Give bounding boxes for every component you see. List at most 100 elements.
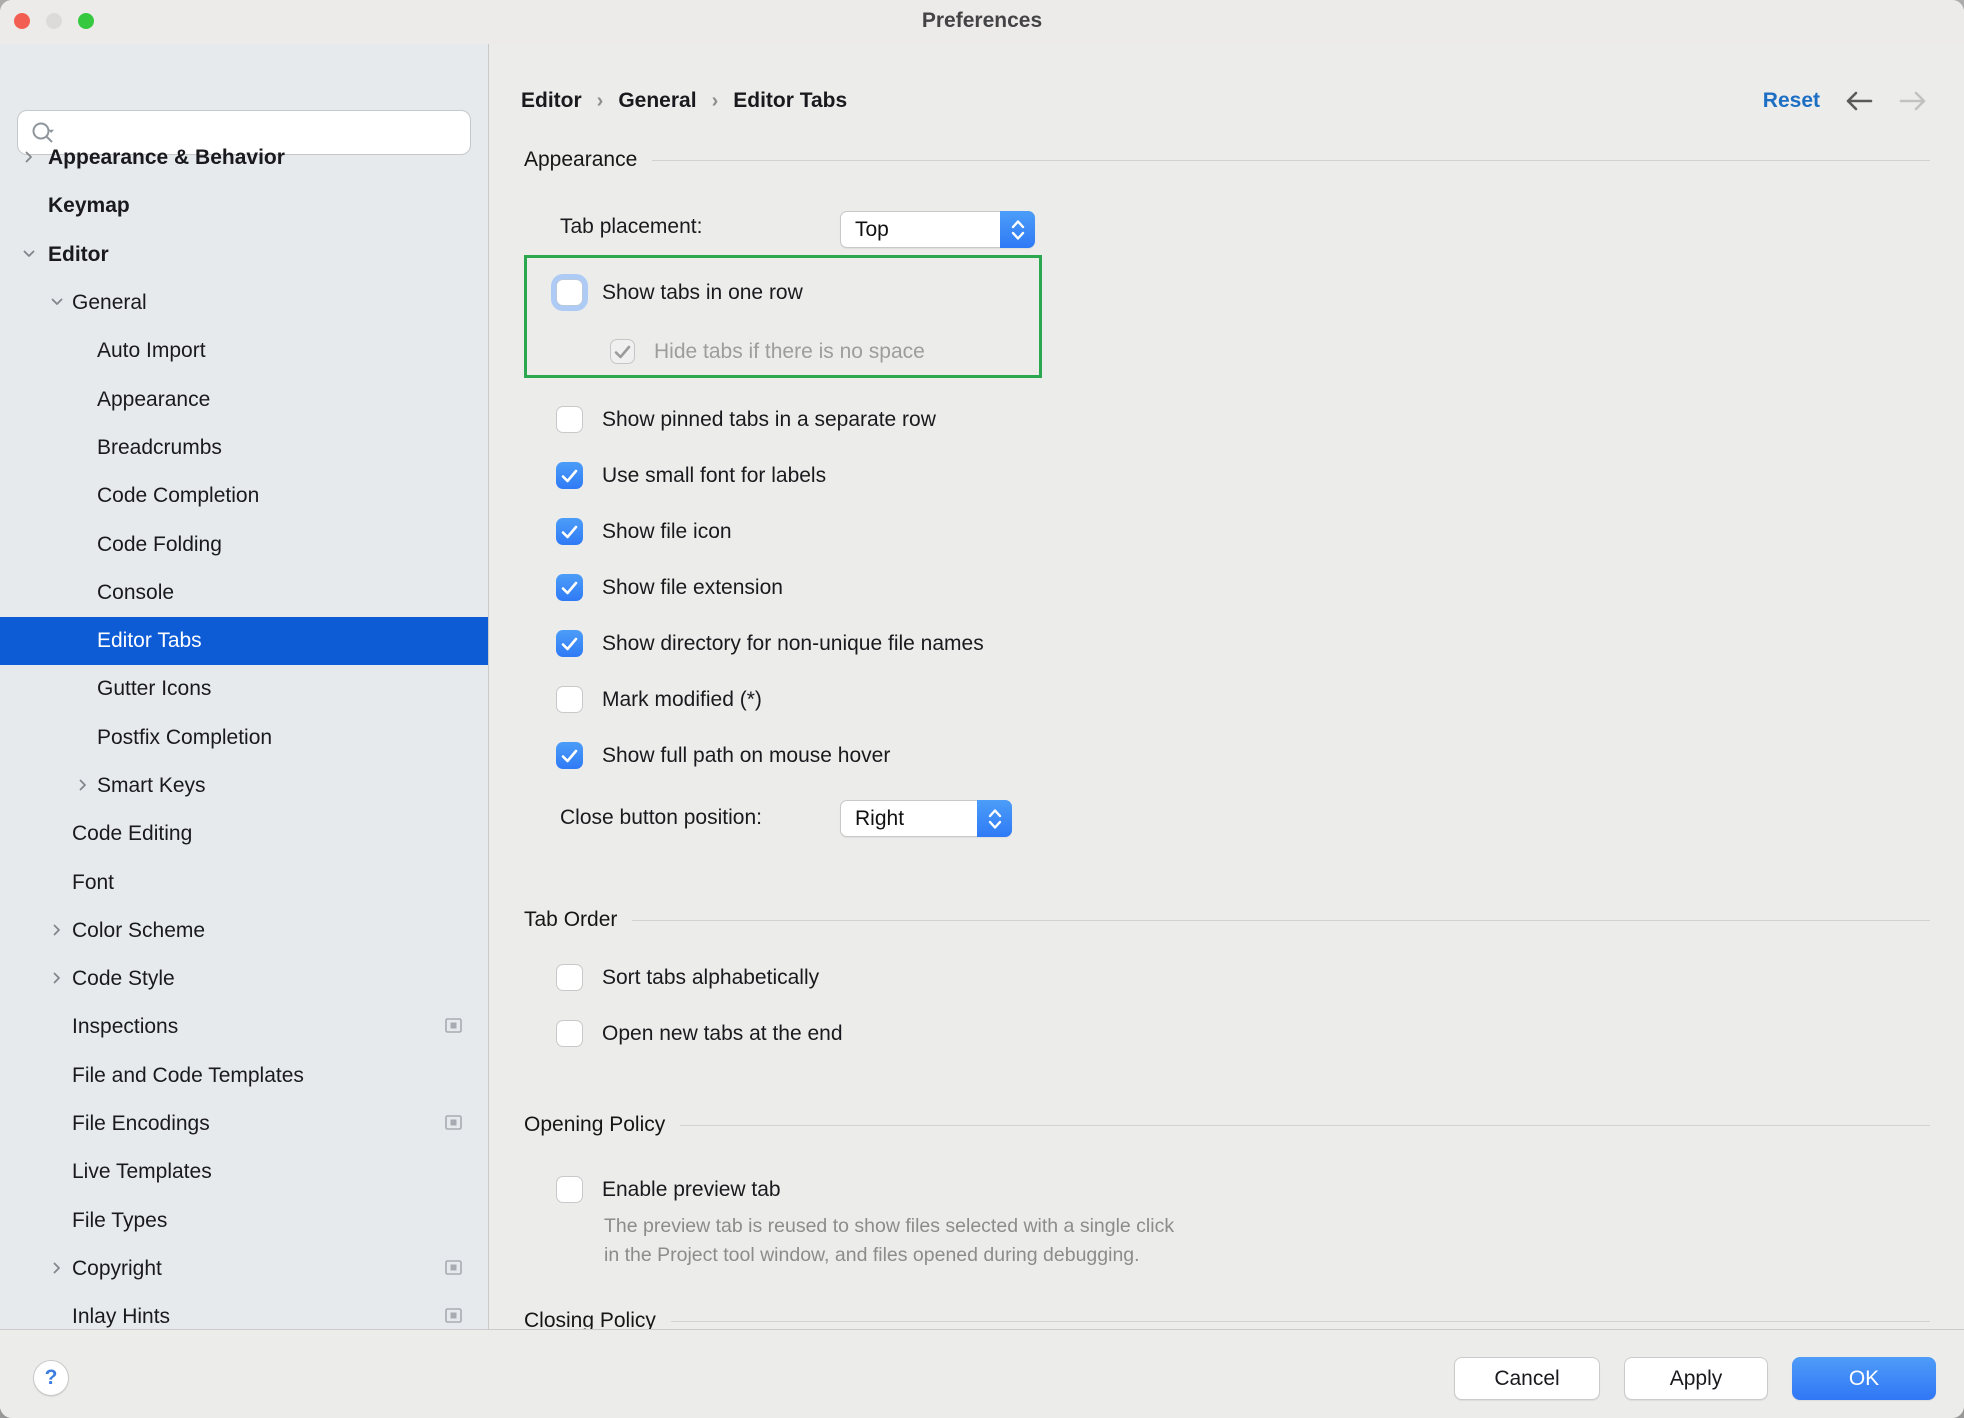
checked-checkbox[interactable] bbox=[556, 462, 583, 489]
sidebar-item-smart-keys[interactable]: Smart Keys bbox=[0, 762, 488, 810]
checkbox-row-show-tabs-in-one-row: Show tabs in one row bbox=[556, 279, 803, 306]
checked-checkbox[interactable] bbox=[556, 742, 583, 769]
checkbox-label: Enable preview tab bbox=[602, 1178, 781, 1202]
sidebar-item-editor[interactable]: Editor bbox=[0, 231, 488, 279]
back-arrow-icon[interactable] bbox=[1844, 90, 1874, 112]
unchecked-checkbox[interactable] bbox=[556, 406, 583, 433]
checkbox-label: Show full path on mouse hover bbox=[602, 744, 890, 768]
checked-checkbox[interactable] bbox=[556, 574, 583, 601]
sidebar-item-postfix-completion[interactable]: Postfix Completion bbox=[0, 714, 488, 762]
unchecked-checkbox[interactable] bbox=[556, 1020, 583, 1047]
sidebar-item-live-templates[interactable]: Live Templates bbox=[0, 1148, 488, 1196]
checkbox-label: Sort tabs alphabetically bbox=[602, 966, 819, 990]
close-button-position-select[interactable]: Right bbox=[840, 800, 1012, 837]
ok-button[interactable]: OK bbox=[1792, 1357, 1936, 1400]
chevron-right-icon[interactable] bbox=[76, 774, 90, 798]
sidebar-item-label: Console bbox=[97, 581, 174, 605]
section-rule bbox=[680, 1125, 1930, 1126]
checkbox-row-show-file-extension: Show file extension bbox=[556, 574, 783, 601]
sidebar-item-breadcrumbs[interactable]: Breadcrumbs bbox=[0, 424, 488, 472]
preferences-window: Preferences Appearance & Behavior Keymap E… bbox=[0, 0, 1964, 1418]
sidebar-item-inspections[interactable]: Inspections bbox=[0, 1003, 488, 1051]
select-stepper-icon bbox=[1000, 211, 1035, 248]
tab-placement-select[interactable]: Top bbox=[840, 211, 1035, 248]
sidebar-item-label: File Encodings bbox=[72, 1112, 210, 1136]
cancel-button[interactable]: Cancel bbox=[1454, 1357, 1600, 1400]
sidebar-item-inlay-hints[interactable]: Inlay Hints bbox=[0, 1293, 488, 1329]
sidebar-item-label: Smart Keys bbox=[97, 774, 206, 798]
section-closing-policy-title: Closing Policy bbox=[524, 1309, 656, 1329]
sidebar-item-appearance-behavior[interactable]: Appearance & Behavior bbox=[0, 134, 488, 182]
unchecked-checkbox[interactable] bbox=[556, 964, 583, 991]
sidebar-item-gutter-icons[interactable]: Gutter Icons bbox=[0, 665, 488, 713]
section-rule bbox=[652, 160, 1930, 161]
sidebar-item-label: Breadcrumbs bbox=[97, 436, 222, 460]
sidebar-item-general[interactable]: General bbox=[0, 279, 488, 327]
sidebar-item-keymap[interactable]: Keymap bbox=[0, 182, 488, 230]
apply-button[interactable]: Apply bbox=[1624, 1357, 1768, 1400]
sidebar-item-label: Font bbox=[72, 871, 114, 895]
sidebar-item-color-scheme[interactable]: Color Scheme bbox=[0, 907, 488, 955]
sidebar-item-label: Postfix Completion bbox=[97, 726, 272, 750]
sidebar-item-label: Live Templates bbox=[72, 1160, 212, 1184]
checkbox-label: Hide tabs if there is no space bbox=[654, 340, 925, 364]
sidebar-item-label: Inspections bbox=[72, 1015, 178, 1039]
help-button[interactable]: ? bbox=[33, 1360, 69, 1396]
sidebar-item-label: Code Editing bbox=[72, 822, 192, 846]
chevron-right-icon[interactable] bbox=[50, 919, 64, 943]
sidebar-item-label: Appearance bbox=[97, 388, 210, 412]
chevron-right-icon[interactable] bbox=[50, 967, 64, 991]
sidebar-item-label: File and Code Templates bbox=[72, 1064, 304, 1088]
forward-arrow-icon[interactable] bbox=[1898, 90, 1928, 112]
checkbox-row-open-new-tabs-at-the-end: Open new tabs at the end bbox=[556, 1020, 843, 1047]
sidebar-item-code-folding[interactable]: Code Folding bbox=[0, 520, 488, 568]
sidebar-item-auto-import[interactable]: Auto Import bbox=[0, 327, 488, 375]
checkbox-label: Mark modified (*) bbox=[602, 688, 762, 712]
settings-tree: Appearance & Behavior Keymap Editor General… bbox=[0, 134, 488, 1329]
unchecked-checkbox[interactable] bbox=[556, 1176, 583, 1203]
tab-placement-label: Tab placement: bbox=[560, 215, 702, 239]
close-button-position-value: Right bbox=[841, 807, 977, 831]
breadcrumb-item[interactable]: Editor Tabs bbox=[733, 89, 847, 113]
breadcrumb-item[interactable]: General bbox=[618, 89, 696, 113]
section-appearance: Appearance bbox=[524, 145, 1930, 175]
breadcrumb-separator-icon: › bbox=[597, 90, 604, 113]
sidebar-item-appearance[interactable]: Appearance bbox=[0, 375, 488, 423]
title-bar: Preferences bbox=[0, 0, 1964, 44]
sidebar-item-editor-tabs[interactable]: Editor Tabs bbox=[0, 617, 488, 665]
unchecked-checkbox[interactable] bbox=[556, 686, 583, 713]
sidebar-item-label: Code Style bbox=[72, 967, 175, 991]
sidebar-item-code-completion[interactable]: Code Completion bbox=[0, 472, 488, 520]
breadcrumb-item[interactable]: Editor bbox=[521, 89, 582, 113]
chevron-down-icon[interactable] bbox=[50, 291, 64, 315]
section-tab-order: Tab Order bbox=[524, 905, 1930, 935]
sidebar-item-file-encodings[interactable]: File Encodings bbox=[0, 1100, 488, 1148]
sidebar-item-copyright[interactable]: Copyright bbox=[0, 1245, 488, 1293]
reset-link[interactable]: Reset bbox=[1763, 89, 1820, 113]
sidebar-item-label: Auto Import bbox=[97, 339, 206, 363]
sidebar-item-file-and-code-templates[interactable]: File and Code Templates bbox=[0, 1052, 488, 1100]
checkbox-label: Show directory for non-unique file names bbox=[602, 632, 984, 656]
sidebar-item-label: Keymap bbox=[48, 194, 130, 218]
sidebar-item-code-editing[interactable]: Code Editing bbox=[0, 810, 488, 858]
chevron-right-icon[interactable] bbox=[22, 146, 36, 170]
checkbox-row-mark-modified-: Mark modified (*) bbox=[556, 686, 762, 713]
select-stepper-icon bbox=[977, 800, 1012, 837]
tool-window-icon bbox=[445, 1305, 462, 1329]
chevron-down-icon[interactable] bbox=[22, 243, 36, 267]
chevron-right-icon[interactable] bbox=[50, 1257, 64, 1281]
section-tab-order-title: Tab Order bbox=[524, 908, 617, 932]
sidebar-item-console[interactable]: Console bbox=[0, 569, 488, 617]
unchecked-checkbox[interactable] bbox=[556, 279, 583, 306]
sidebar-item-label: Code Folding bbox=[97, 533, 222, 557]
checked-checkbox[interactable] bbox=[556, 630, 583, 657]
sidebar-item-label: Editor bbox=[48, 243, 109, 267]
checkbox-label: Show file extension bbox=[602, 576, 783, 600]
sidebar-item-file-types[interactable]: File Types bbox=[0, 1197, 488, 1245]
checked-checkbox[interactable] bbox=[556, 518, 583, 545]
sidebar-item-label: Appearance & Behavior bbox=[48, 146, 285, 170]
checkbox-row-sort-tabs-alphabetically: Sort tabs alphabetically bbox=[556, 964, 819, 991]
sidebar-item-font[interactable]: Font bbox=[0, 858, 488, 906]
checkbox-row-enable-preview-tab: Enable preview tab bbox=[556, 1176, 781, 1203]
sidebar-item-code-style[interactable]: Code Style bbox=[0, 955, 488, 1003]
